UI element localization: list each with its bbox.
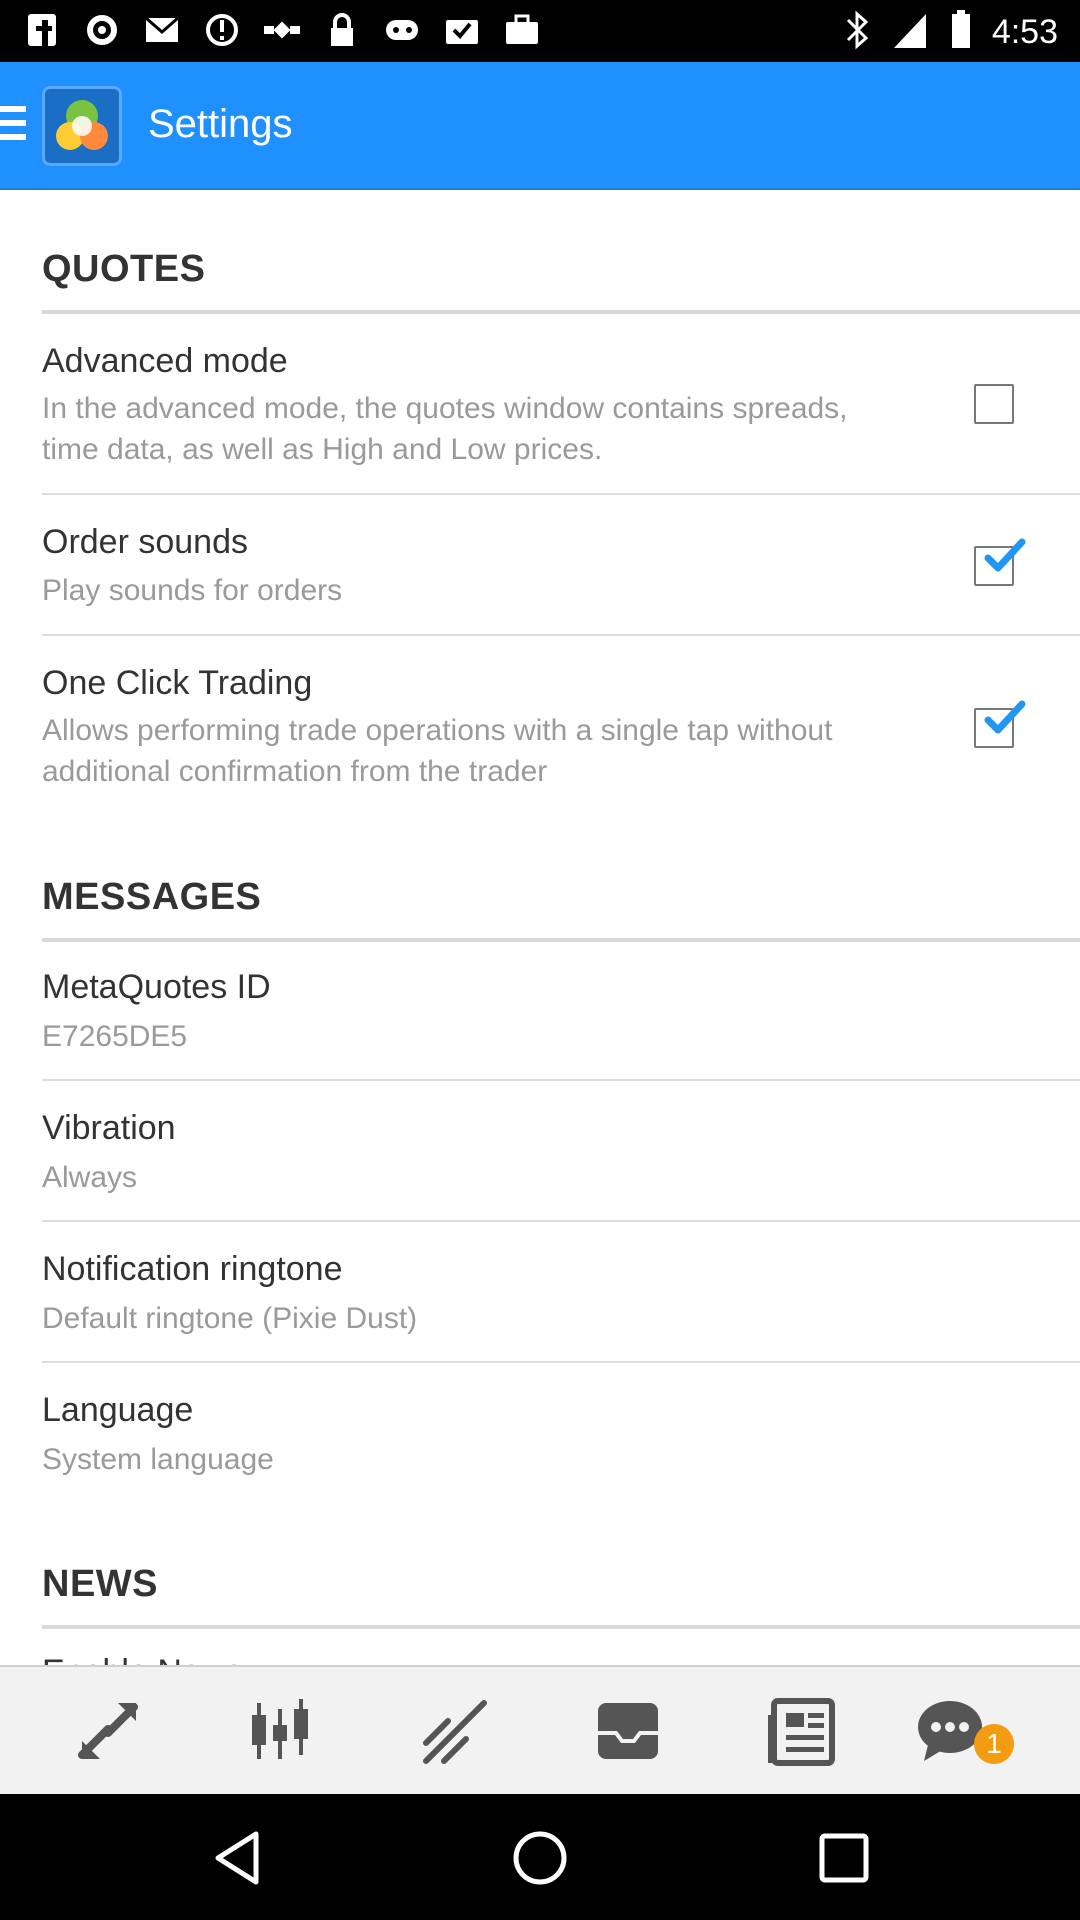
setting-title: Vibration: [42, 1109, 176, 1147]
setting-title: Language: [42, 1391, 194, 1429]
setting-title: Enable News: [42, 1653, 242, 1665]
settings-icon: [82, 10, 122, 50]
setting-title: Order sounds: [42, 523, 248, 561]
menu-icon[interactable]: [0, 106, 26, 144]
row-divider: [42, 1079, 1080, 1081]
setting-title: One Click Trading: [42, 664, 313, 702]
setting-value: System language: [42, 1443, 274, 1476]
inbox-check-icon: [442, 10, 482, 50]
recents-icon[interactable]: [814, 1828, 874, 1888]
bottom-toolbar: [0, 1665, 1080, 1795]
satellite-icon: [262, 10, 302, 50]
row-divider: [42, 1220, 1080, 1222]
setting-description: Play sounds for orders: [42, 574, 343, 607]
trade-chart-icon[interactable]: [418, 1695, 490, 1767]
settings-list[interactable]: QUOTES Advanced mode In the advanced mod…: [0, 190, 1080, 1665]
gamepad-icon: [382, 10, 422, 50]
advanced-mode-checkbox[interactable]: [974, 384, 1014, 424]
order-sounds-checkbox[interactable]: [974, 538, 1026, 586]
row-divider: [42, 1361, 1080, 1363]
quotes-arrows-icon[interactable]: [72, 1695, 144, 1767]
home-icon[interactable]: [510, 1828, 570, 1888]
setting-value: E7265DE5: [42, 1020, 188, 1053]
metatrader-logo-icon: [56, 100, 108, 150]
chat-unread-badge: 1: [974, 1724, 1014, 1764]
navigation-bar: [0, 1794, 1080, 1920]
setting-description: Allows performing trade operations with …: [42, 714, 833, 788]
blocked-icon: [202, 10, 242, 50]
inbox-tray-icon[interactable]: [592, 1695, 664, 1767]
status-notification-icons: [22, 10, 542, 50]
section-header-quotes: QUOTES: [42, 248, 206, 290]
setting-title: MetaQuotes ID: [42, 968, 271, 1006]
app-bar: Settings: [0, 62, 1080, 190]
setting-description: In the advanced mode, the quotes window …: [42, 392, 848, 466]
gmail-icon: [142, 10, 182, 50]
row-divider: [42, 634, 1080, 636]
checkmark-icon: [984, 538, 1026, 572]
status-bar: 4:53: [0, 0, 1080, 62]
signal-icon: [890, 8, 930, 57]
briefcase-icon: [502, 10, 542, 50]
row-divider: [42, 493, 1080, 495]
section-header-news: NEWS: [42, 1563, 158, 1605]
one-click-trading-checkbox[interactable]: [974, 700, 1026, 748]
lock-icon: [322, 10, 362, 50]
news-icon[interactable]: [764, 1695, 836, 1767]
app-logo[interactable]: [42, 86, 122, 166]
section-divider: [42, 938, 1080, 942]
setting-title: Notification ringtone: [42, 1250, 343, 1288]
setting-value: Default ringtone (Pixie Dust): [42, 1302, 418, 1335]
page-title: Settings: [148, 102, 293, 146]
back-icon[interactable]: [208, 1828, 268, 1888]
section-divider: [42, 1625, 1080, 1629]
chart-candles-icon[interactable]: [244, 1695, 316, 1767]
setting-title: Advanced mode: [42, 342, 288, 380]
chat-icon[interactable]: [914, 1695, 986, 1767]
facebook-icon: [22, 10, 62, 50]
status-time: 4:53: [991, 13, 1058, 51]
section-header-messages: MESSAGES: [42, 876, 262, 918]
bluetooth-icon: [842, 8, 872, 57]
status-system-icons: 4:53: [842, 8, 1058, 57]
setting-value: Always: [42, 1161, 138, 1194]
checkmark-icon: [984, 700, 1026, 734]
battery-icon: [948, 8, 974, 57]
section-divider: [42, 310, 1080, 314]
